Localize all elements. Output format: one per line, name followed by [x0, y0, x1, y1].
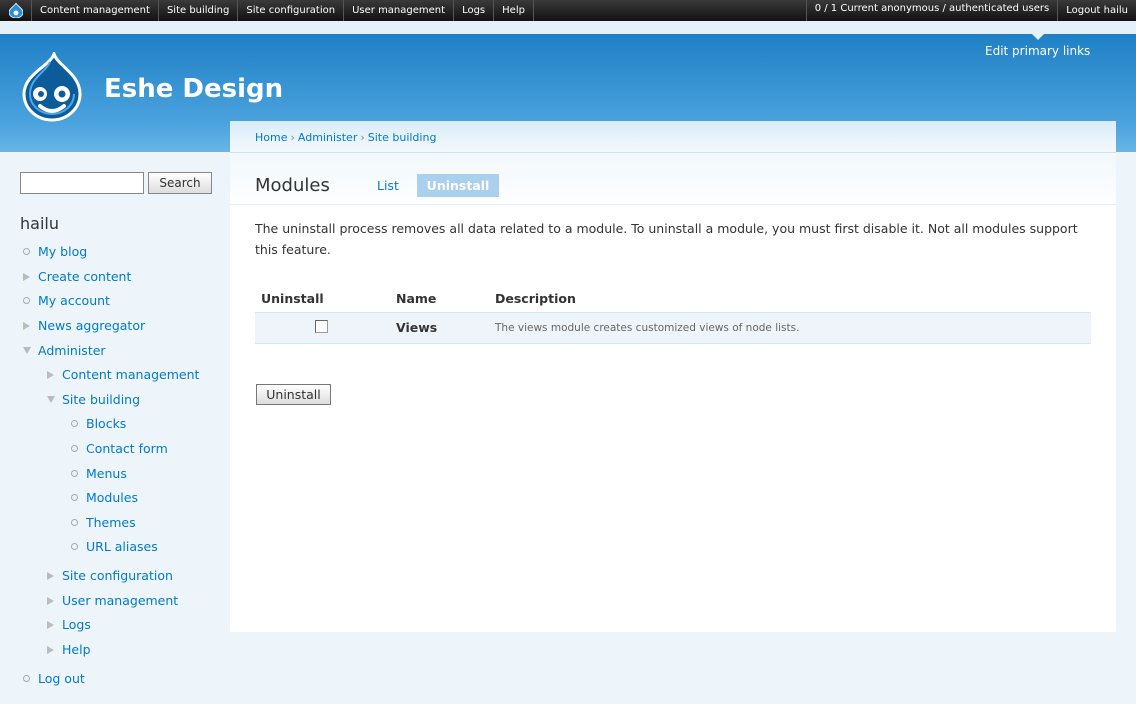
- main-content: Home › Administer › Site building Modules Li…: [230, 121, 1116, 632]
- header-strip: [0, 21, 1136, 34]
- collapsed-arrow-icon: [23, 322, 30, 330]
- bullet-icon: [71, 494, 78, 501]
- bullet-icon: [71, 543, 78, 550]
- table-header-row: Uninstall Name Description: [255, 286, 1091, 313]
- tab-list[interactable]: List: [377, 178, 399, 193]
- admin-toolbar: Content management Site building Site co…: [0, 0, 1136, 21]
- uninstall-button[interactable]: Uninstall: [256, 384, 331, 405]
- search-input[interactable]: [20, 172, 144, 194]
- sidebar-item-site-building[interactable]: Site building: [62, 392, 140, 407]
- breadcrumb-separator: ›: [360, 131, 365, 144]
- sidebar-item-log-out[interactable]: Log out: [38, 671, 85, 686]
- search-button[interactable]: Search: [148, 172, 212, 194]
- toolbar-content-management[interactable]: Content management: [32, 0, 159, 21]
- collapsed-arrow-icon: [47, 621, 54, 629]
- bullet-icon: [71, 470, 78, 477]
- breadcrumb-bar: Home › Administer › Site building: [230, 121, 1116, 153]
- bullet-icon: [71, 519, 78, 526]
- tab-uninstall[interactable]: Uninstall: [417, 174, 499, 197]
- sidebar-item-help[interactable]: Help: [62, 642, 91, 657]
- sidebar-item-modules[interactable]: Modules: [86, 490, 138, 505]
- collapsed-arrow-icon: [47, 646, 54, 654]
- sidebar-item-site-configuration[interactable]: Site configuration: [62, 568, 173, 583]
- module-description: The views module creates customized view…: [489, 312, 1091, 344]
- collapsed-arrow-icon: [47, 597, 54, 605]
- toolbar-site-building[interactable]: Site building: [159, 0, 239, 21]
- sidebar-item-contact-form[interactable]: Contact form: [86, 441, 168, 456]
- bullet-icon: [23, 248, 30, 255]
- sidebar-item-user-management[interactable]: User management: [62, 593, 178, 608]
- expanded-arrow-icon: [47, 396, 55, 403]
- bullet-icon: [23, 675, 30, 682]
- toolbar-site-configuration[interactable]: Site configuration: [238, 0, 345, 21]
- bullet-icon: [71, 420, 78, 427]
- sidebar: Search hailu My blog Create content My acc…: [0, 152, 230, 704]
- module-name: Views: [390, 312, 489, 344]
- uninstall-views-checkbox[interactable]: [315, 319, 328, 333]
- column-header-description: Description: [489, 286, 1091, 313]
- drupal-logo-icon[interactable]: [20, 49, 84, 125]
- bullet-icon: [71, 445, 78, 452]
- expanded-arrow-icon: [23, 347, 31, 354]
- table-row: Views The views module creates customize…: [255, 312, 1091, 344]
- sidebar-item-my-blog[interactable]: My blog: [38, 244, 87, 259]
- modules-table: Uninstall Name Description Views The vie…: [255, 286, 1091, 344]
- sidebar-item-content-management[interactable]: Content management: [62, 367, 199, 382]
- sidebar-item-themes[interactable]: Themes: [86, 515, 136, 530]
- column-header-uninstall: Uninstall: [255, 286, 390, 313]
- site-name[interactable]: Eshe Design: [104, 74, 283, 104]
- caret-down-icon: [1032, 34, 1044, 40]
- page-title: Modules: [255, 175, 330, 196]
- bullet-icon: [23, 297, 30, 304]
- collapsed-arrow-icon: [47, 371, 54, 379]
- sidebar-item-news-aggregator[interactable]: News aggregator: [38, 318, 145, 333]
- current-users-count: 0 / 1 Current anonymous / authenticated …: [805, 0, 1058, 21]
- breadcrumb-separator: ›: [290, 131, 295, 144]
- toolbar-help[interactable]: Help: [494, 0, 534, 21]
- user-name-heading: hailu: [20, 214, 59, 233]
- title-bar: Modules List Uninstall: [230, 153, 1116, 205]
- sidebar-item-url-aliases[interactable]: URL aliases: [86, 539, 158, 554]
- toolbar-logout[interactable]: Logout hailu: [1057, 0, 1136, 21]
- breadcrumb-home[interactable]: Home: [255, 131, 287, 144]
- help-text: The uninstall process removes all data r…: [255, 221, 1078, 257]
- toolbar-logs[interactable]: Logs: [454, 0, 495, 21]
- edit-primary-links[interactable]: Edit primary links: [985, 44, 1090, 58]
- drupal-logo-icon[interactable]: [0, 0, 32, 21]
- sidebar-item-my-account[interactable]: My account: [38, 293, 110, 308]
- breadcrumb: Home › Administer › Site building: [255, 131, 436, 144]
- collapsed-arrow-icon: [23, 273, 30, 281]
- sidebar-item-menus[interactable]: Menus: [86, 466, 127, 481]
- column-header-name: Name: [390, 286, 489, 313]
- sidebar-item-blocks[interactable]: Blocks: [86, 416, 126, 431]
- sidebar-item-create-content[interactable]: Create content: [38, 269, 131, 284]
- uninstall-cell: [255, 312, 390, 344]
- sidebar-item-logs[interactable]: Logs: [62, 617, 91, 632]
- breadcrumb-administer[interactable]: Administer: [298, 131, 357, 144]
- toolbar-user-management[interactable]: User management: [344, 0, 455, 21]
- collapsed-arrow-icon: [47, 572, 54, 580]
- breadcrumb-site-building[interactable]: Site building: [368, 131, 437, 144]
- sidebar-item-administer[interactable]: Administer: [38, 343, 106, 358]
